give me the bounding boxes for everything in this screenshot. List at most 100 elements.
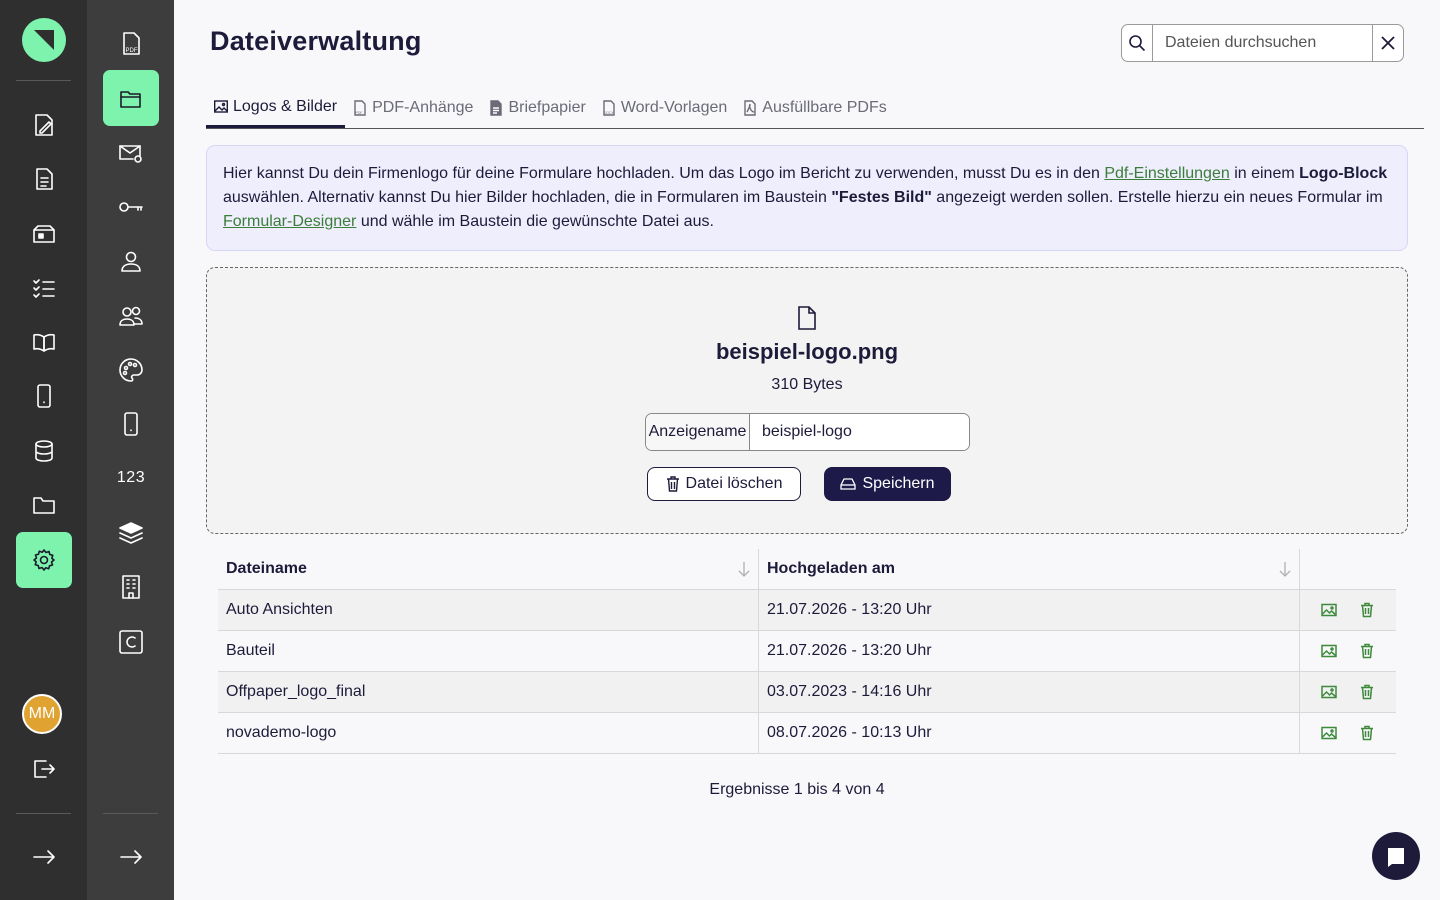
folder-icon[interactable] <box>16 477 72 533</box>
key-icon[interactable] <box>103 179 159 235</box>
display-name-input[interactable] <box>750 414 969 450</box>
numbers-item[interactable]: 123 <box>103 450 159 506</box>
info-text: auswählen. Alternativ kannst Du hier Bil… <box>223 189 832 206</box>
save-label: Speichern <box>862 475 935 492</box>
cell-filename: Offpaper_logo_final <box>218 672 759 712</box>
cell-date: 21.07.2026 - 13:20 Uhr <box>759 590 1300 630</box>
column-label: Dateiname <box>226 560 307 577</box>
numbers-label: 123 <box>116 469 146 486</box>
arrow-right-icon[interactable] <box>16 829 72 885</box>
sort-arrow-icon <box>738 562 750 577</box>
search-icon[interactable] <box>1122 25 1153 61</box>
tab-label: Ausfüllbare PDFs <box>762 99 887 116</box>
form-edit-icon[interactable] <box>16 97 72 153</box>
avatar[interactable]: MM <box>22 694 62 734</box>
file-icon <box>796 305 818 336</box>
pdf-settings-link[interactable]: Pdf-Einstellungen <box>1104 165 1229 182</box>
book-icon[interactable] <box>16 314 72 370</box>
file-size: 310 Bytes <box>771 376 843 393</box>
image-icon[interactable] <box>1321 725 1337 741</box>
cell-date: 03.07.2023 - 14:16 Uhr <box>759 672 1300 712</box>
document-icon[interactable] <box>16 151 72 207</box>
image-icon[interactable] <box>1321 643 1337 659</box>
info-text: in einem <box>1229 165 1300 182</box>
row-actions <box>1300 631 1396 671</box>
docx-file-icon: DOCX <box>603 100 615 116</box>
delete-file-button[interactable]: Datei löschen <box>647 467 801 501</box>
close-icon[interactable] <box>1372 25 1403 61</box>
column-label: Hochgeladen am <box>767 560 896 577</box>
row-actions <box>1300 713 1396 753</box>
info-bold: Logo-Block <box>1299 165 1388 182</box>
c-box-icon[interactable] <box>103 614 159 670</box>
tab-label: PDF-Anhänge <box>372 99 474 116</box>
row-actions <box>1300 672 1396 712</box>
page-title: Dateiverwaltung <box>210 26 422 56</box>
file-name: beispiel-logo.png <box>715 339 899 364</box>
save-icon <box>840 478 857 490</box>
svg-text:PDF: PDF <box>356 111 363 115</box>
table-header: Dateiname Hochgeladen am <box>218 549 1396 590</box>
building-icon[interactable] <box>103 559 159 615</box>
info-text: angezeigt werden sollen. Erstelle hierzu… <box>931 189 1383 206</box>
device-icon[interactable] <box>103 396 159 452</box>
column-filename[interactable]: Dateiname <box>218 549 759 589</box>
info-notice: Hier kannst Du dein Firmenlogo für deine… <box>206 145 1408 251</box>
tab-letterhead[interactable]: Briefpapier <box>481 88 593 128</box>
tab-word-templates[interactable]: DOCX Word-Vorlagen <box>594 88 735 128</box>
pdf-file-icon: PDF <box>354 100 366 116</box>
svg-text:DOCX: DOCX <box>604 111 614 115</box>
files-table: Dateiname Hochgeladen am Auto Ansichten … <box>218 549 1396 754</box>
cell-filename: Bauteil <box>218 631 759 671</box>
form-designer-link[interactable]: Formular-Designer <box>223 213 356 230</box>
tab-pdf-attachments[interactable]: PDF PDF-Anhänge <box>345 88 481 128</box>
image-icon[interactable] <box>1321 602 1337 618</box>
user-icon[interactable] <box>103 234 159 290</box>
sort-arrow-icon <box>1279 562 1291 577</box>
info-text: Hier kannst Du dein Firmenlogo für deine… <box>223 165 1105 182</box>
tab-label: Briefpapier <box>508 99 586 116</box>
svg-text:PDF: PDF <box>126 48 138 54</box>
table-row[interactable]: Offpaper_logo_final 03.07.2023 - 14:16 U… <box>218 672 1396 713</box>
table-row[interactable]: novademo-logo 08.07.2026 - 10:13 Uhr <box>218 713 1396 754</box>
info-bold: "Festes Bild" <box>831 189 932 206</box>
trash-icon[interactable] <box>1359 602 1375 618</box>
layers-icon[interactable] <box>103 505 159 561</box>
trash-icon[interactable] <box>1359 684 1375 700</box>
chat-icon <box>1388 848 1404 867</box>
app-logo[interactable] <box>22 18 66 62</box>
file-upload-area[interactable]: beispiel-logo.png 310 Bytes Anzeigename … <box>206 267 1408 534</box>
checklist-icon[interactable] <box>16 260 72 316</box>
tab-logos-images[interactable]: Logos & Bilder <box>206 88 346 128</box>
mobile-icon[interactable] <box>16 368 72 424</box>
primary-sidebar: MM <box>0 0 87 900</box>
file-text-icon <box>490 100 503 116</box>
folder-open-icon[interactable] <box>103 70 159 126</box>
pdf-form-icon <box>744 100 756 116</box>
trash-icon[interactable] <box>1359 725 1375 741</box>
table-row[interactable]: Auto Ansichten 21.07.2026 - 13:20 Uhr <box>218 590 1396 631</box>
mail-at-icon[interactable] <box>103 125 159 181</box>
search-input[interactable] <box>1153 25 1372 61</box>
table-row[interactable]: Bauteil 21.07.2026 - 13:20 Uhr <box>218 631 1396 672</box>
arrow-right-icon[interactable] <box>103 829 159 885</box>
delete-label: Datei löschen <box>685 475 783 492</box>
chat-button[interactable] <box>1372 832 1420 880</box>
pagination-summary: Ergebnisse 1 bis 4 von 4 <box>709 781 885 798</box>
trash-icon[interactable] <box>1359 643 1375 659</box>
tab-fillable-pdfs[interactable]: Ausfüllbare PDFs <box>735 88 895 128</box>
image-icon <box>214 99 228 113</box>
users-icon[interactable] <box>103 288 159 344</box>
logout-icon[interactable] <box>16 741 72 797</box>
cell-filename: Auto Ansichten <box>218 590 759 630</box>
save-button[interactable]: Speichern <box>824 467 951 501</box>
inbox-icon[interactable] <box>16 206 72 262</box>
palette-icon[interactable] <box>103 342 159 398</box>
display-name-field: Anzeigename <box>645 413 970 451</box>
gear-icon[interactable] <box>16 532 72 588</box>
image-icon[interactable] <box>1321 684 1337 700</box>
column-uploaded-at[interactable]: Hochgeladen am <box>759 549 1300 589</box>
tab-label: Word-Vorlagen <box>620 99 728 116</box>
database-icon[interactable] <box>16 423 72 479</box>
pdf-file-icon[interactable]: PDF <box>103 16 159 72</box>
